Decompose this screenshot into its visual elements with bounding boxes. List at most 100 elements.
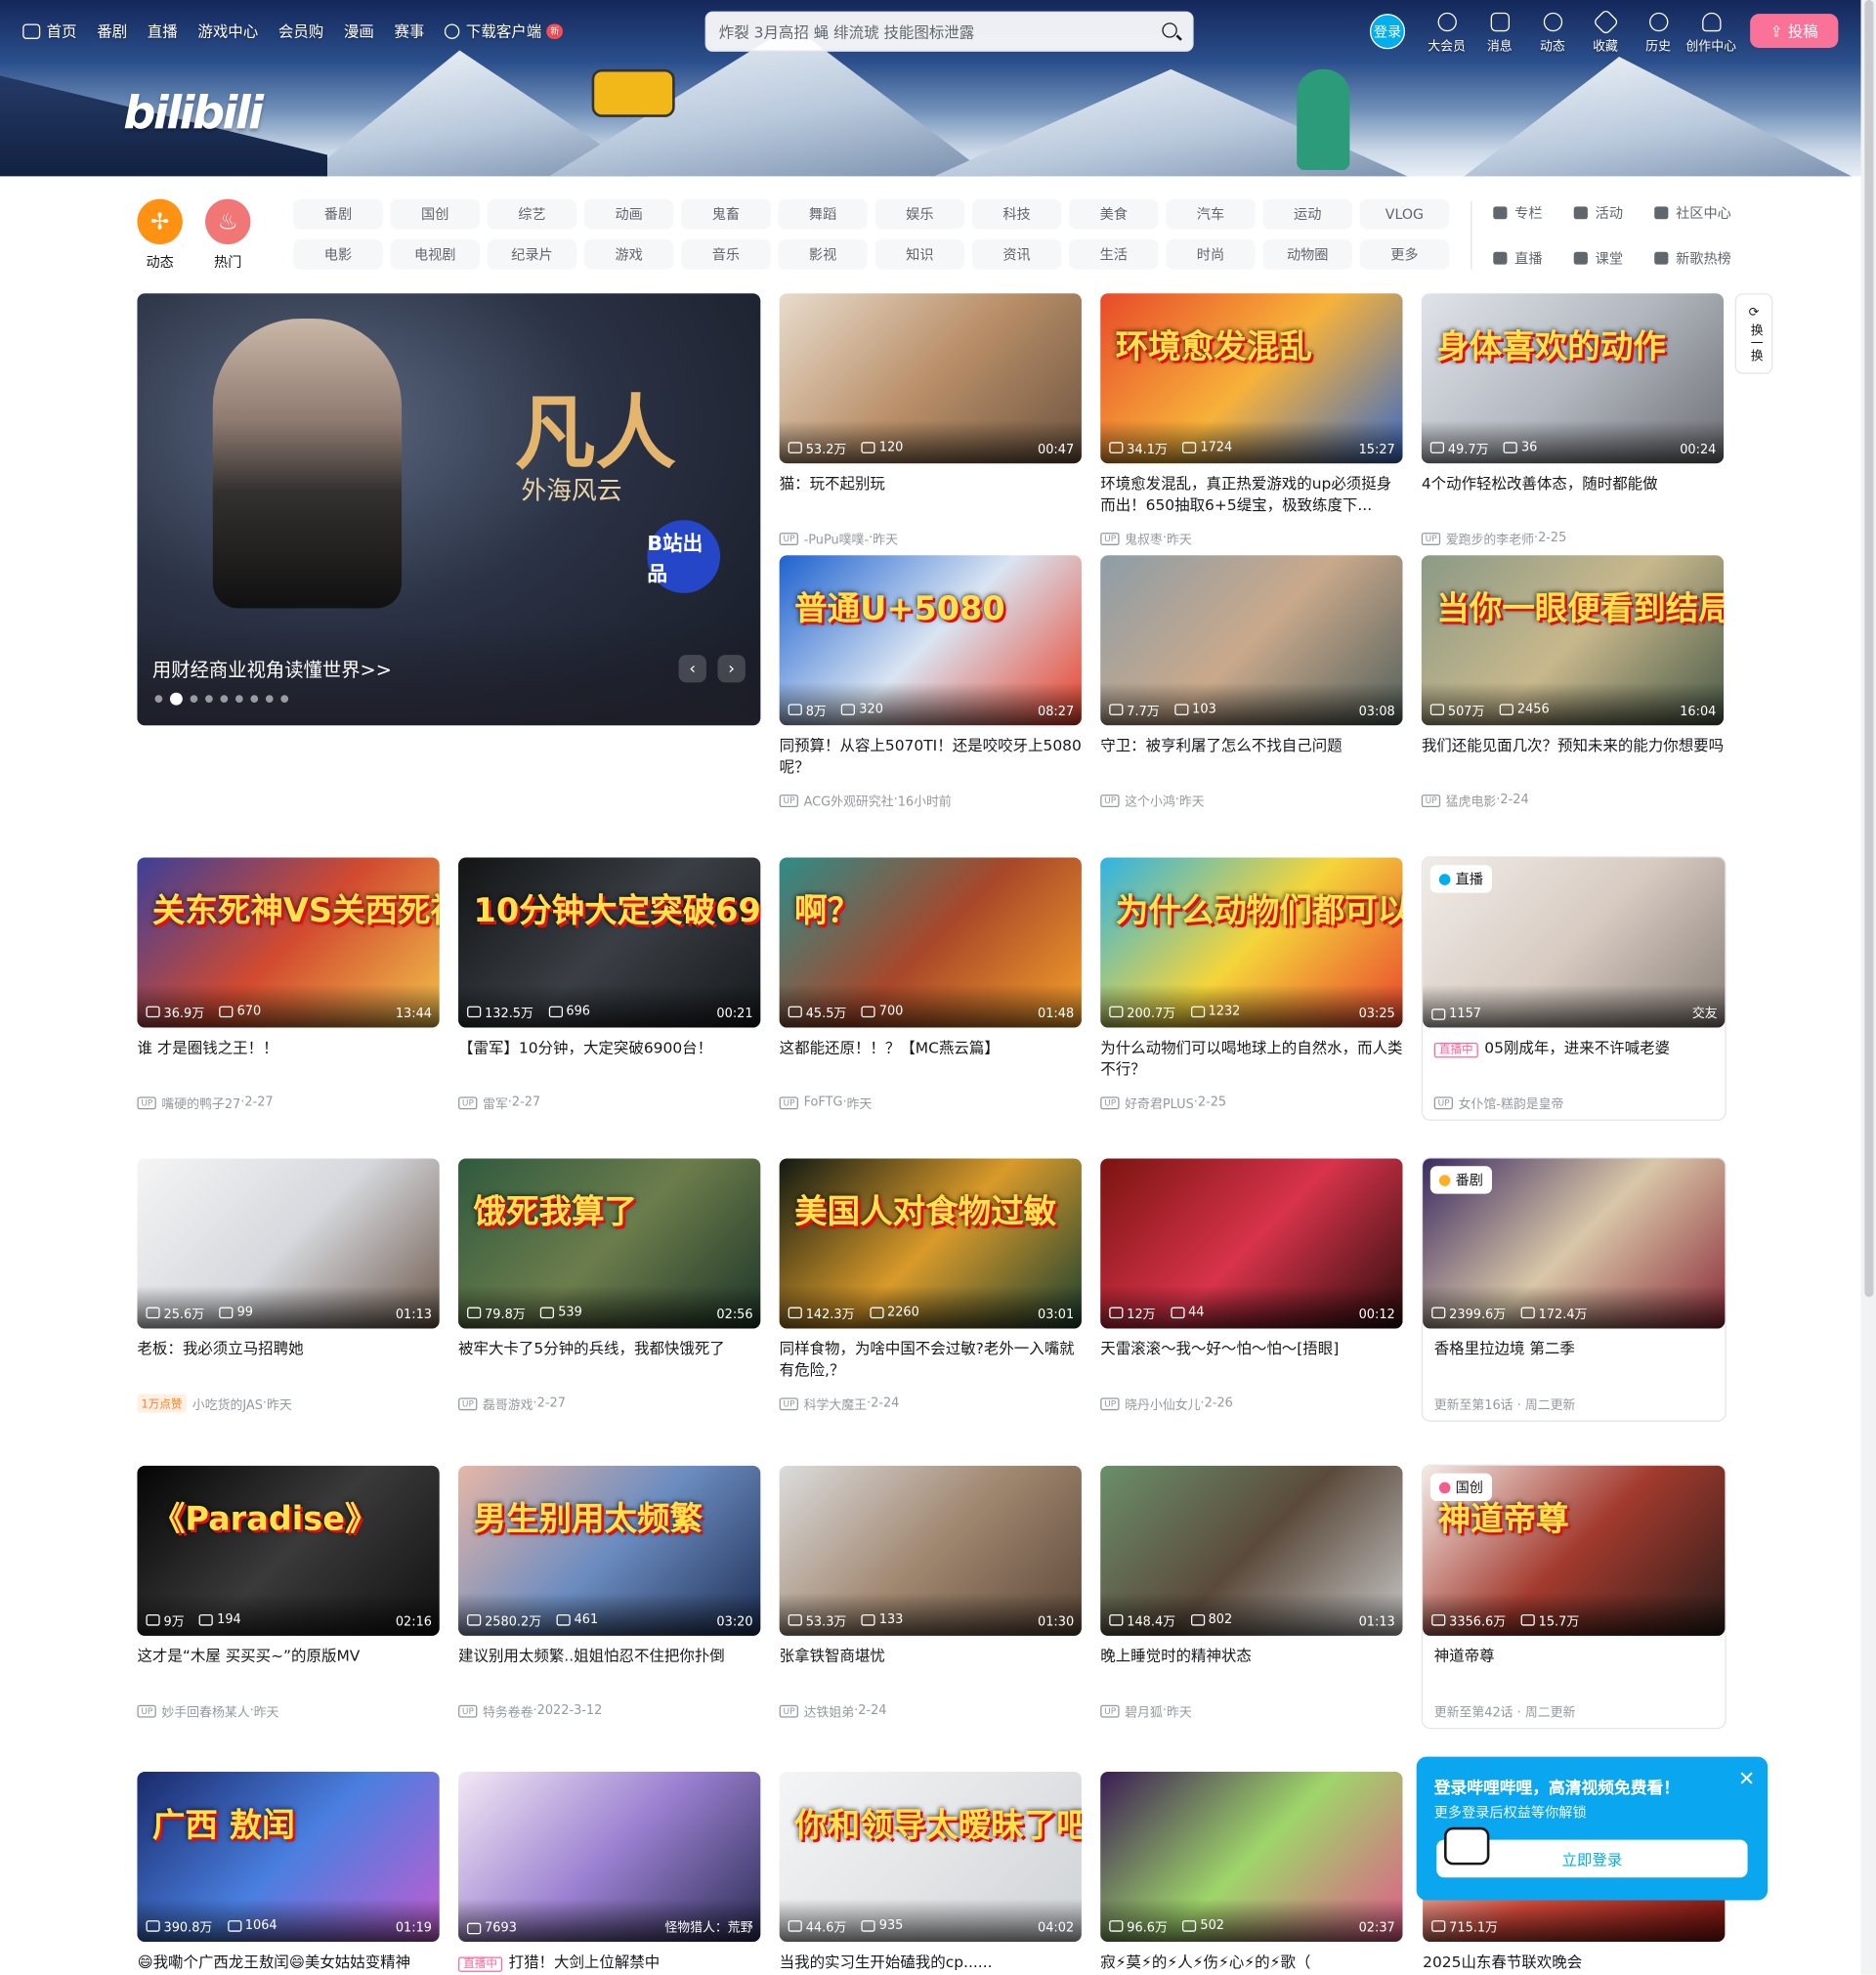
video-card[interactable]: 为什么动物们都可以喝 200.7万 1232 03:25 为什么动物们可以喝地球上的自然… (1100, 857, 1403, 1112)
video-thumbnail[interactable]: 96.6万 502 02:37 (1100, 1772, 1403, 1943)
uploader-name[interactable]: 妙手回春杨某人 (161, 1701, 249, 1720)
nav-game-center[interactable]: 游戏中心 (197, 21, 258, 42)
video-card[interactable]: 番剧 2399.6万 172.4万 香格里拉边境 第二季 更新至第16话 · 周二更新 (1423, 1158, 1726, 1421)
uploader-name[interactable]: 女仆馆-糕韵是皇帝 (1459, 1093, 1564, 1112)
category-chip[interactable]: 动画 (583, 198, 674, 230)
video-thumbnail[interactable]: 直播 1157 交友 (1423, 857, 1726, 1028)
uploader-name[interactable]: 更新至第16话 · 周二更新 (1434, 1394, 1576, 1413)
category-chip[interactable]: VLOG (1359, 198, 1450, 230)
video-card[interactable]: 关东死神VS关西死神 36.9万 670 13:44 谁 才是圈钱之王！！ UP 嘴硬的鸭子… (137, 857, 440, 1112)
uploader-name[interactable]: -PuPu噗噗- (804, 529, 870, 547)
video-thumbnail[interactable]: 美国人对食物过敏 142.3万 2260 03:01 (779, 1158, 1082, 1329)
video-thumbnail[interactable]: 男生别用太频繁 2580.2万 461 03:20 (458, 1465, 761, 1636)
carousel-prev-button[interactable]: ‹ (678, 655, 706, 683)
side-link[interactable]: 专栏 (1493, 199, 1573, 227)
uploader-name[interactable]: 爱跑步的李老师 (1446, 529, 1534, 547)
search-icon[interactable] (1162, 22, 1177, 38)
category-chip[interactable]: 汽车 (1166, 198, 1256, 230)
video-title[interactable]: 这才是“木屋 买买买~”的原版MV (137, 1646, 439, 1689)
video-card[interactable]: 53.3万 133 01:30 张拿铁智商堪忧 UP 达铁姐弟 · 2-24 (779, 1465, 1082, 1720)
carousel-dot[interactable] (265, 695, 274, 704)
video-thumbnail[interactable]: 7.7万 103 03:08 (1100, 555, 1403, 726)
scrollbar-thumb[interactable] (1864, 0, 1874, 1298)
video-title[interactable]: 同样食物，为啥中国不会过敏?老外一入嘴就有危险,？ (780, 1339, 1082, 1382)
video-thumbnail[interactable]: 为什么动物们都可以喝 200.7万 1232 03:25 (1100, 857, 1403, 1028)
video-title[interactable]: 张拿铁智商堪忧 (780, 1646, 1082, 1689)
carousel[interactable]: 凡人 外海风云 B站出品 用财经商业视角读懂世界>> ‹ › (137, 293, 761, 726)
favorites-link[interactable]: 收藏 (1579, 8, 1632, 55)
refresh-button[interactable]: ⟳ 换一换 (1734, 293, 1773, 374)
video-thumbnail[interactable]: 《Paradise》 9万 194 02:16 (137, 1465, 440, 1636)
uploader-name[interactable]: 更新至第42话 · 周二更新 (1434, 1701, 1576, 1720)
video-thumbnail[interactable]: 神道帝尊 国创 3356.6万 15.7万 (1423, 1465, 1726, 1636)
video-thumbnail[interactable]: 你和领导太暧昧了吧？ 44.6万 935 04:02 (779, 1772, 1082, 1943)
nav-manga[interactable]: 漫画 (344, 21, 374, 42)
video-card[interactable]: 美国人对食物过敏 142.3万 2260 03:01 同样食物，为啥中国不会过敏?老外一… (779, 1158, 1082, 1413)
category-chip[interactable]: 综艺 (487, 198, 577, 230)
category-chip[interactable]: 知识 (874, 238, 965, 270)
carousel-caption[interactable]: 用财经商业视角读懂世界>> (152, 656, 392, 682)
video-card[interactable]: 7.7万 103 03:08 守卫：被亨利屠了怎么不找自己问题 UP 这个小鸿 · 昨天 (1100, 555, 1403, 810)
video-title[interactable]: 香格里拉边境 第二季 (1423, 1339, 1725, 1382)
video-thumbnail[interactable]: 关东死神VS关西死神 36.9万 670 13:44 (137, 857, 440, 1028)
side-link[interactable]: 课堂 (1573, 244, 1654, 272)
video-title[interactable]: 被牢大卡了5分钟的兵线，我都快饿死了 (458, 1339, 760, 1382)
category-chip[interactable]: 番剧 (293, 198, 383, 230)
video-card[interactable]: 饿死我算了 79.8万 539 02:56 被牢大卡了5分钟的兵线，我都快饿死了 UP 磊哥… (458, 1158, 761, 1413)
video-card[interactable]: 10分钟大定突破6900台 132.5万 696 00:21 【雷军】10分钟，大定突破… (458, 857, 761, 1112)
uploader-name[interactable]: 磊哥游戏 (483, 1394, 533, 1413)
video-title[interactable]: 环境愈发混乱，真正热爱游戏的up必须挺身而出！650抽取6+5缇宝，极致练度下.… (1100, 474, 1402, 517)
video-title[interactable]: 4个动作轻松改善体态，随时都能做 (1422, 474, 1724, 517)
video-card[interactable]: 148.4万 802 01:13 晚上睡觉时的精神状态 UP 碧月狐 · 昨天 (1100, 1465, 1403, 1720)
video-title[interactable]: 建议别用太频繁..姐姐怕忍不住把你扑倒 (458, 1646, 760, 1689)
video-title[interactable]: 守卫：被亨利屠了怎么不找自己问题 (1100, 736, 1402, 779)
video-thumbnail[interactable]: 啊？ 45.5万 700 01:48 (779, 857, 1082, 1028)
scrollbar[interactable] (1860, 0, 1876, 1975)
uploader-name[interactable]: 特务卷卷 (483, 1701, 533, 1720)
category-chip[interactable]: 纪录片 (487, 238, 577, 270)
category-chip[interactable]: 运动 (1262, 198, 1352, 230)
video-title[interactable]: 天雷滚滚～我～好～怕～怕～[捂眼] (1100, 1339, 1402, 1382)
nav-bangumi[interactable]: 番剧 (97, 21, 127, 42)
vip-link[interactable]: 大会员 (1421, 12, 1473, 55)
uploader-name[interactable]: 雷军 (483, 1093, 508, 1112)
close-icon[interactable]: ✕ (1738, 1767, 1755, 1790)
category-chip[interactable]: 电影 (293, 238, 383, 270)
video-title[interactable]: 猫：玩不起别玩 (780, 474, 1082, 517)
video-card[interactable]: 普通U+5080 8万 320 08:27 同预算！从容上5070TI！还是咬咬牙上50… (779, 555, 1082, 810)
nav-live[interactable]: 直播 (148, 21, 178, 42)
category-chip[interactable]: 电视剧 (390, 238, 480, 270)
side-link[interactable]: 新歌热榜 (1654, 244, 1768, 272)
video-thumbnail[interactable]: 身体喜欢的动作 49.7万 36 00:24 (1421, 293, 1725, 464)
video-title[interactable]: 当我的实习生开始磕我的cp...... (780, 1952, 1082, 1974)
history-link[interactable]: 历史 (1632, 12, 1684, 55)
category-chip[interactable]: 时尚 (1166, 238, 1256, 270)
video-thumbnail[interactable]: 10分钟大定突破6900台 132.5万 696 00:21 (458, 857, 761, 1028)
carousel-dot[interactable] (234, 695, 243, 704)
video-title[interactable]: 晚上睡觉时的精神状态 (1100, 1646, 1402, 1689)
carousel-dot[interactable] (190, 695, 198, 704)
dynamics-link[interactable]: 动态 (1526, 12, 1579, 55)
uploader-name[interactable]: 碧月狐 (1125, 1701, 1163, 1720)
video-thumbnail[interactable]: 53.2万 120 00:47 (779, 293, 1082, 464)
carousel-dot[interactable] (154, 695, 163, 704)
uploader-name[interactable]: 猛虎电影 (1446, 791, 1497, 809)
video-thumbnail[interactable]: 53.3万 133 01:30 (779, 1465, 1082, 1636)
side-link[interactable]: 社区中心 (1654, 199, 1768, 227)
video-title[interactable]: 😄我嘞个广西龙王敖闰😄美女姑姑变精神 (137, 1952, 439, 1974)
search-box[interactable]: 炸裂 3月高招 蝇 绯流琥 技能图标泄露 (704, 11, 1194, 52)
video-thumbnail[interactable]: 148.4万 802 01:13 (1100, 1465, 1403, 1636)
video-thumbnail[interactable]: 普通U+5080 8万 320 08:27 (779, 555, 1082, 726)
video-card[interactable]: 环境愈发混乱 34.1万 1724 15:27 环境愈发混乱，真正热爱游戏的up必须挺身… (1100, 293, 1403, 548)
uploader-name[interactable]: 晓丹小仙女儿 (1125, 1394, 1200, 1413)
upload-button[interactable]: ⇪ 投稿 (1750, 14, 1839, 48)
video-card[interactable]: 12万 44 00:12 天雷滚滚～我～好～怕～怕～[捂眼] UP 晓丹小仙女儿 · 2-… (1100, 1158, 1403, 1413)
video-card[interactable]: 《Paradise》 9万 194 02:16 这才是“木屋 买买买~”的原版MV UP 妙… (137, 1465, 440, 1720)
side-link[interactable]: 活动 (1573, 199, 1654, 227)
uploader-name[interactable]: 这个小鸿 (1125, 791, 1175, 809)
video-card[interactable]: 男生别用太频繁 2580.2万 461 03:20 建议别用太频繁..姐姐怕忍不住把你扑… (458, 1465, 761, 1720)
hot-category[interactable]: ♨ 热门 (204, 198, 252, 273)
category-chip[interactable]: 舞蹈 (778, 198, 868, 230)
category-chip[interactable]: 美食 (1069, 198, 1159, 230)
uploader-name[interactable]: ACG外观研究社 (804, 791, 894, 809)
